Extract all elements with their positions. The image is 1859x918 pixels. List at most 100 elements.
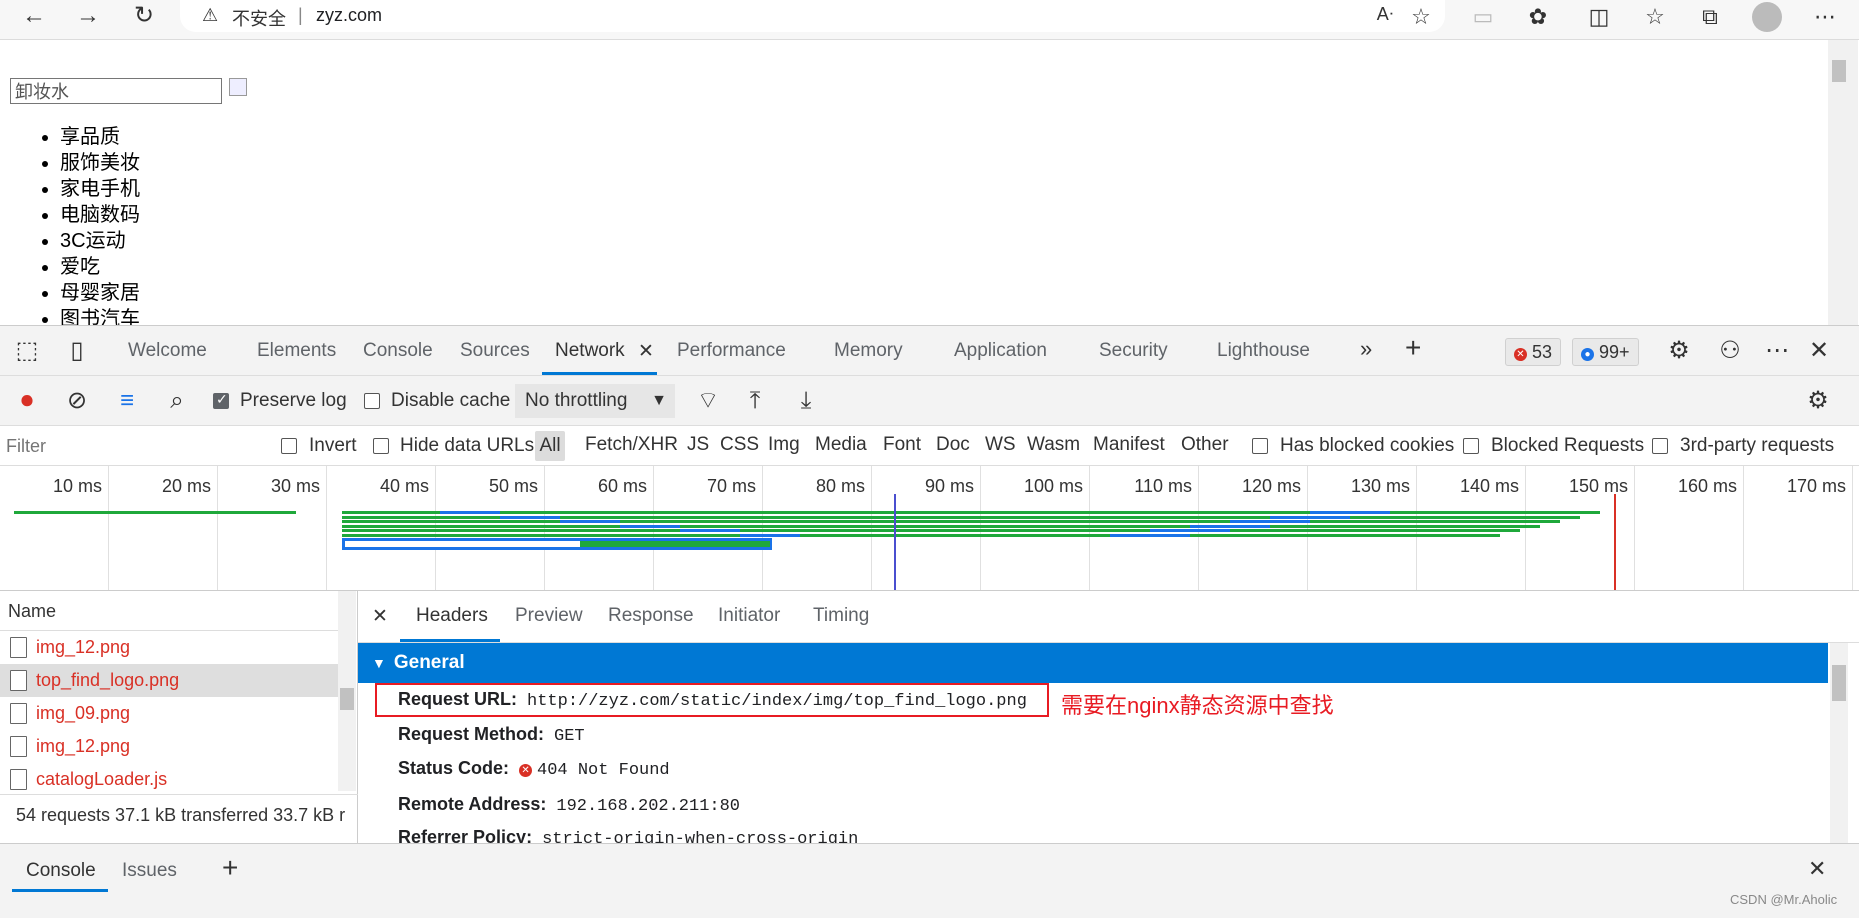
request-row[interactable]: img_12.png <box>0 631 340 664</box>
filter-icon[interactable]: ≡ <box>112 388 142 414</box>
add-favorite-icon[interactable]: ☆ <box>1406 4 1436 30</box>
category-item[interactable]: 爱吃 <box>60 254 140 280</box>
settings-gear-icon[interactable]: ⚙ <box>1664 338 1694 364</box>
filter-type-other[interactable]: Other <box>1181 434 1229 456</box>
back-arrow-icon[interactable]: ← <box>16 2 52 32</box>
tab-headers[interactable]: Headers <box>416 605 488 627</box>
collections-icon[interactable]: ⧉ <box>1695 4 1725 30</box>
filter-type-css[interactable]: CSS <box>720 434 759 456</box>
favorites-icon[interactable]: ☆ <box>1640 4 1670 30</box>
tab-elements[interactable]: Elements <box>257 340 336 362</box>
add-tab-icon[interactable]: + <box>1405 332 1421 364</box>
request-row-selected[interactable]: top_find_logo.png <box>0 664 340 697</box>
general-section-header[interactable]: ▼ General <box>358 643 1828 683</box>
page-scroll-thumb[interactable] <box>1832 60 1846 82</box>
split-screen-icon[interactable]: ◫ <box>1584 4 1614 30</box>
invert-checkbox[interactable] <box>281 438 297 454</box>
page-scrollbar[interactable] <box>1828 40 1858 325</box>
error-count-badge[interactable]: ✕ 53 <box>1505 338 1562 366</box>
filter-type-wasm[interactable]: Wasm <box>1027 434 1080 456</box>
throttling-select[interactable]: No throttling ▼ <box>515 384 675 418</box>
has-blocked-cookies-checkbox[interactable] <box>1252 438 1268 454</box>
inspect-element-icon[interactable]: ⬚ <box>12 338 42 364</box>
preserve-log-checkbox[interactable] <box>213 391 229 409</box>
filter-input[interactable] <box>6 432 261 460</box>
category-item[interactable]: 家电手机 <box>60 176 140 202</box>
forward-arrow-icon[interactable]: → <box>70 2 106 32</box>
close-tab-icon[interactable]: ✕ <box>638 340 654 363</box>
category-item[interactable]: 电脑数码 <box>60 202 140 228</box>
category-item[interactable]: 图书汽车 <box>60 306 140 325</box>
reload-icon[interactable]: ↻ <box>126 2 162 32</box>
search-icon[interactable]: ⌕ <box>162 388 192 414</box>
network-settings-icon[interactable]: ⚙ <box>1803 388 1833 414</box>
tab-network[interactable]: Network <box>555 340 625 362</box>
category-item[interactable]: 享品质 <box>60 124 140 150</box>
more-menu-icon[interactable]: ⋯ <box>1810 4 1840 30</box>
tab-performance[interactable]: Performance <box>677 340 786 362</box>
filter-type-manifest[interactable]: Manifest <box>1093 434 1165 456</box>
third-party-checkbox[interactable] <box>1652 438 1668 454</box>
customize-icon[interactable]: ⚇ <box>1715 338 1745 364</box>
more-tabs-icon[interactable]: » <box>1360 336 1372 362</box>
hide-data-urls-checkbox[interactable] <box>373 438 389 454</box>
tab-sources[interactable]: Sources <box>460 340 530 362</box>
column-header-name[interactable]: Name <box>0 591 340 631</box>
message-count-badge[interactable]: ● 99+ <box>1572 338 1639 366</box>
filter-type-font[interactable]: Font <box>883 434 921 456</box>
network-conditions-icon[interactable]: ⌔ <box>693 388 723 414</box>
drawer-tab-issues[interactable]: Issues <box>122 860 177 882</box>
filter-type-js[interactable]: JS <box>687 434 709 456</box>
search-input[interactable] <box>10 78 222 104</box>
tab-memory[interactable]: Memory <box>834 340 903 362</box>
tab-application[interactable]: Application <box>954 340 1047 362</box>
close-drawer-icon[interactable]: ✕ <box>1808 856 1826 882</box>
timeline-bar <box>440 511 500 514</box>
filter-type-fetch-xhr[interactable]: Fetch/XHR <box>585 434 678 456</box>
detail-scroll-thumb[interactable] <box>1832 665 1846 701</box>
filter-type-ws[interactable]: WS <box>985 434 1016 456</box>
category-item[interactable]: 3C运动 <box>60 228 140 254</box>
broken-image-icon <box>229 78 247 96</box>
profile-avatar[interactable] <box>1752 2 1782 32</box>
category-item[interactable]: 母婴家居 <box>60 280 140 306</box>
request-row[interactable]: img_09.png <box>0 697 340 730</box>
address-bar[interactable]: ⚠ 不安全 | zyz.com Aᐧ ☆ <box>180 0 1445 32</box>
header-value: http://zyz.com/static/index/img/top_find… <box>527 692 1027 711</box>
import-har-icon[interactable]: ⤒ <box>740 388 770 414</box>
filter-type-media[interactable]: Media <box>815 434 867 456</box>
filter-type-img[interactable]: Img <box>768 434 800 456</box>
extensions-icon[interactable]: ✿ <box>1523 4 1553 30</box>
tab-timing[interactable]: Timing <box>813 605 869 627</box>
add-drawer-tab-icon[interactable]: + <box>222 852 238 884</box>
request-list-scrollbar[interactable] <box>338 591 356 791</box>
disable-cache-checkbox[interactable] <box>364 393 380 409</box>
read-aloud-icon[interactable]: Aᐧ <box>1370 4 1400 25</box>
record-stop-icon[interactable]: ⏺ <box>12 388 42 414</box>
device-toolbar-icon[interactable]: ▯ <box>62 338 92 364</box>
translate-icon[interactable]: ▭ <box>1468 4 1498 30</box>
request-list-scroll-thumb[interactable] <box>340 688 354 710</box>
tab-lighthouse[interactable]: Lighthouse <box>1217 340 1310 362</box>
category-item[interactable]: 服饰美妆 <box>60 150 140 176</box>
more-options-icon[interactable]: ⋯ <box>1762 338 1792 364</box>
tab-console[interactable]: Console <box>363 340 433 362</box>
blocked-requests-checkbox[interactable] <box>1463 438 1479 454</box>
drawer-tab-console[interactable]: Console <box>26 860 96 882</box>
request-row[interactable]: catalogLoader.js <box>0 763 340 791</box>
request-row[interactable]: img_12.png <box>0 730 340 763</box>
filter-type-all[interactable]: All <box>535 431 565 461</box>
close-devtools-icon[interactable]: ✕ <box>1804 338 1834 364</box>
tab-initiator[interactable]: Initiator <box>718 605 780 627</box>
tab-response[interactable]: Response <box>608 605 694 627</box>
export-har-icon[interactable]: ⤓ <box>791 388 821 414</box>
tab-preview[interactable]: Preview <box>515 605 583 627</box>
clear-icon[interactable]: ⊘ <box>62 388 92 414</box>
detail-scrollbar[interactable] <box>1830 643 1848 843</box>
close-detail-icon[interactable]: ✕ <box>372 605 388 628</box>
address-url[interactable]: zyz.com <box>316 5 382 26</box>
network-overview-timeline[interactable]: 10 ms 20 ms 30 ms 40 ms 50 ms 60 ms 70 ms 80 ms… <box>0 466 1859 591</box>
tab-welcome[interactable]: Welcome <box>128 340 207 362</box>
tab-security[interactable]: Security <box>1099 340 1168 362</box>
filter-type-doc[interactable]: Doc <box>936 434 970 456</box>
